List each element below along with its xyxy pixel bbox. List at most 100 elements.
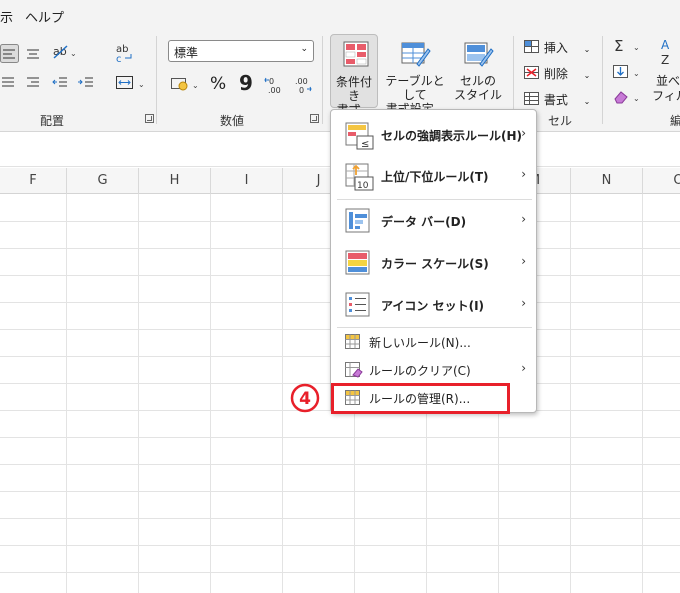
annotation-step-badge: 4 [289, 383, 323, 413]
svg-text:⌄: ⌄ [138, 80, 145, 89]
annotation-highlight-box [331, 383, 510, 414]
svg-text:Z: Z [661, 53, 669, 67]
format-cells-button[interactable]: 書式 ⌄ [524, 91, 590, 108]
chevron-down-icon: ⌄ [583, 97, 591, 106]
align-left-icon[interactable] [0, 44, 20, 68]
insert-button[interactable]: 挿入 ⌄ [524, 39, 590, 56]
menu-bar: 示 ヘルプ [0, 0, 680, 30]
text-orientation-icon[interactable]: ab ⌄ [51, 42, 77, 66]
fill-icon[interactable]: ⌄ [612, 63, 644, 85]
align-center-icon[interactable] [25, 46, 41, 66]
insert-label: 挿入 [543, 41, 568, 55]
clear-rules-icon [345, 362, 363, 381]
chevron-right-icon: › [521, 212, 526, 226]
increase-decimal-icon[interactable]: 0.00 [264, 75, 286, 99]
format-cells-label: 書式 [543, 93, 568, 107]
color-scales-icon [345, 250, 371, 279]
chevron-right-icon: › [521, 167, 526, 181]
menu-tab-help[interactable]: ヘルプ [25, 7, 64, 26]
menu-item-color-scales-label: カラー スケール(S) [381, 257, 489, 271]
accounting-format-icon[interactable]: ⌄ [170, 75, 202, 97]
svg-text:0: 0 [269, 77, 274, 86]
cell-style-label-2: スタイル [453, 88, 502, 102]
wrap-text-icon[interactable]: ab c [115, 42, 135, 68]
svg-text:⌄: ⌄ [633, 69, 640, 78]
icon-sets-icon [345, 292, 371, 321]
percent-button[interactable]: % [210, 74, 226, 94]
conditional-format-button[interactable]: 条件付き 書式 ⌄ [330, 34, 378, 117]
delete-button[interactable]: 削除 ⌄ [524, 65, 590, 82]
alignment-launcher-icon[interactable] [145, 114, 154, 123]
decrease-decimal-icon[interactable]: .00 0 [292, 75, 314, 99]
svg-text:0: 0 [299, 86, 304, 95]
number-format-select[interactable]: 標準 ⌄ [168, 40, 314, 62]
align-right-icon[interactable] [0, 74, 16, 94]
chevron-down-icon: ⌄ [300, 44, 308, 54]
column-header-f[interactable]: F [0, 168, 67, 194]
excel-window: 示 ヘルプ ab ⌄ ab c ⌄ 配置 標準 ⌄ ⌄ % 9 0 .00 .0… [0, 0, 680, 593]
clear-eraser-icon[interactable]: ⌄ [612, 88, 644, 110]
format-cells-icon [524, 92, 539, 105]
menu-item-new-rule-label: 新しいルール(N)... [369, 336, 471, 350]
menu-item-highlight-rules[interactable]: ≤ セルの強調表示ルール(H) › [337, 116, 532, 156]
chevron-right-icon: › [521, 126, 526, 140]
menu-item-icon-sets[interactable]: アイコン セット(I) › [337, 286, 532, 326]
chevron-down-icon: ⌄ [583, 45, 591, 54]
comma-button[interactable]: 9 [239, 71, 253, 95]
menu-item-new-rule[interactable]: 新しいルール(N)... [337, 330, 532, 354]
svg-text:⌄: ⌄ [633, 43, 640, 52]
sort-filter-label-2: フィル [652, 89, 680, 103]
svg-text:.00: .00 [268, 86, 281, 95]
autosum-icon[interactable]: Σ ⌄ [612, 37, 644, 59]
justify-icon[interactable] [25, 74, 41, 94]
delete-cells-icon [524, 66, 539, 79]
svg-text:⌄: ⌄ [70, 49, 77, 58]
group-label-editing: 編 [670, 114, 680, 128]
increase-indent-icon[interactable] [77, 74, 95, 94]
svg-text:⌄: ⌄ [633, 94, 640, 103]
menu-item-icon-sets-label: アイコン セット(I) [381, 299, 485, 313]
format-as-table-icon [401, 40, 431, 71]
sort-filter-icon[interactable]: AZ [660, 36, 680, 74]
menu-item-clear-rules-label: ルールのクリア(C) [369, 364, 471, 378]
column-header-i[interactable]: I [211, 168, 283, 194]
new-rule-icon [345, 334, 361, 353]
svg-text:c: c [116, 54, 122, 64]
chevron-right-icon: › [521, 296, 526, 310]
group-label-alignment: 配置 [40, 114, 65, 128]
group-label-number: 数値 [220, 114, 245, 128]
menu-item-data-bars-label: データ バー(D) [381, 215, 467, 229]
number-launcher-icon[interactable] [310, 114, 319, 123]
chevron-right-icon: › [521, 361, 526, 375]
column-header-o[interactable]: O [643, 168, 680, 194]
number-format-value: 標準 [174, 46, 199, 60]
delete-label: 削除 [543, 67, 568, 81]
format-as-table-button[interactable]: テーブルとして 書式設定 ⌄ [381, 34, 449, 116]
column-header-h[interactable]: H [139, 168, 211, 194]
menu-item-highlight-rules-label: セルの強調表示ルール(H) [381, 129, 523, 143]
svg-text:⌄: ⌄ [192, 81, 199, 90]
insert-cells-icon [524, 40, 539, 53]
cell-style-button[interactable]: セルの スタイル ⌄ [452, 34, 504, 115]
conditional-format-icon [343, 41, 369, 70]
cell-style-label-1: セルの [459, 74, 496, 88]
column-header-n[interactable]: N [571, 168, 643, 194]
menu-item-top-bottom-rules-label: 上位/下位ルール(T) [381, 170, 489, 184]
svg-text:≤: ≤ [361, 139, 369, 150]
decrease-indent-icon[interactable] [51, 74, 69, 94]
menu-item-clear-rules[interactable]: ルールのクリア(C) › [337, 358, 532, 382]
menu-item-color-scales[interactable]: カラー スケール(S) › [337, 244, 532, 284]
highlight-cells-rules-icon: ≤ [345, 122, 375, 153]
svg-text:Σ: Σ [614, 37, 623, 55]
top-bottom-rules-icon: 10 [345, 163, 375, 194]
conditional-format-menu: ≤ セルの強調表示ルール(H) › 10 上位/下位ルール(T) › データ バ… [330, 109, 537, 413]
merge-center-icon[interactable]: ⌄ [115, 74, 149, 96]
conditional-format-label-1: 条件付き [335, 75, 372, 103]
column-header-g[interactable]: G [67, 168, 139, 194]
chevron-down-icon: ⌄ [583, 71, 591, 80]
menu-item-data-bars[interactable]: データ バー(D) › [337, 202, 532, 242]
svg-text:A: A [661, 38, 670, 52]
menu-item-top-bottom-rules[interactable]: 10 上位/下位ルール(T) › [337, 157, 532, 197]
svg-text:.00: .00 [295, 77, 308, 86]
menu-tab-view[interactable]: 示 [0, 7, 13, 26]
